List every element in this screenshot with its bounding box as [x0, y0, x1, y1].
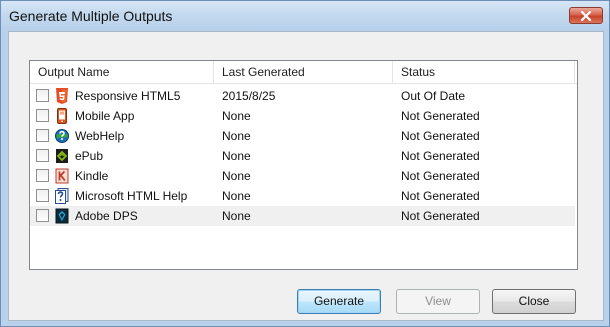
- adobe-dps-icon: [55, 208, 69, 224]
- last-generated: None: [222, 189, 251, 203]
- generate-button[interactable]: Generate: [297, 289, 381, 314]
- status-text: Not Generated: [401, 209, 480, 223]
- last-generated: None: [222, 209, 251, 223]
- status-text: Not Generated: [401, 129, 480, 143]
- mobile-app-icon: [57, 108, 67, 124]
- list-item[interactable]: Kindle None Not Generated: [30, 166, 575, 186]
- list-item[interactable]: Microsoft HTML Help None Not Generated: [30, 186, 575, 206]
- last-generated: 2015/8/25: [222, 89, 276, 103]
- last-generated: None: [222, 129, 251, 143]
- last-generated: None: [222, 149, 251, 163]
- close-icon: [580, 10, 592, 21]
- output-name: ePub: [75, 149, 104, 163]
- view-button[interactable]: View: [396, 289, 480, 314]
- last-generated: None: [222, 109, 251, 123]
- status-text: Not Generated: [401, 169, 480, 183]
- outputs-list[interactable]: Output Name Last Generated Status Respon…: [29, 60, 578, 270]
- list-header: Output Name Last Generated Status: [30, 61, 577, 84]
- row-checkbox[interactable]: [36, 89, 49, 102]
- html5-icon: [56, 88, 68, 104]
- column-header-output-name[interactable]: Output Name: [30, 61, 214, 83]
- list-item[interactable]: Adobe DPS None Not Generated: [30, 206, 575, 226]
- html-help-icon: [55, 188, 69, 204]
- close-window-button[interactable]: [569, 7, 603, 24]
- column-header-last-generated[interactable]: Last Generated: [214, 61, 393, 83]
- row-checkbox[interactable]: [36, 209, 49, 222]
- row-checkbox[interactable]: [36, 129, 49, 142]
- close-button[interactable]: Close: [492, 289, 576, 314]
- row-checkbox[interactable]: [36, 169, 49, 182]
- list-item[interactable]: Mobile App None Not Generated: [30, 106, 575, 126]
- status-text: Not Generated: [401, 149, 480, 163]
- output-name: Kindle: [75, 169, 109, 183]
- status-text: Not Generated: [401, 109, 480, 123]
- list-item[interactable]: ePub None Not Generated: [30, 146, 575, 166]
- epub-icon: [56, 149, 68, 163]
- list-item[interactable]: Responsive HTML5 2015/8/25 Out Of Date: [30, 86, 575, 106]
- output-name: Responsive HTML5: [75, 89, 181, 103]
- status-text: Not Generated: [401, 189, 480, 203]
- row-checkbox[interactable]: [36, 189, 49, 202]
- column-header-status[interactable]: Status: [393, 61, 575, 83]
- dialog-window: Generate Multiple Outputs Output Name La…: [0, 0, 610, 327]
- row-checkbox[interactable]: [36, 109, 49, 122]
- dialog-body: Output Name Last Generated Status Respon…: [8, 31, 604, 321]
- window-title: Generate Multiple Outputs: [9, 8, 173, 24]
- output-name: Microsoft HTML Help: [75, 189, 188, 203]
- output-name: Adobe DPS: [75, 209, 138, 223]
- list-item[interactable]: WebHelp None Not Generated: [30, 126, 575, 146]
- webhelp-icon: [55, 129, 69, 143]
- title-bar[interactable]: Generate Multiple Outputs: [1, 1, 609, 31]
- output-name: WebHelp: [75, 129, 125, 143]
- status-text: Out Of Date: [401, 89, 466, 103]
- output-name: Mobile App: [75, 109, 135, 123]
- row-checkbox[interactable]: [36, 149, 49, 162]
- last-generated: None: [222, 169, 251, 183]
- kindle-icon: [55, 168, 69, 184]
